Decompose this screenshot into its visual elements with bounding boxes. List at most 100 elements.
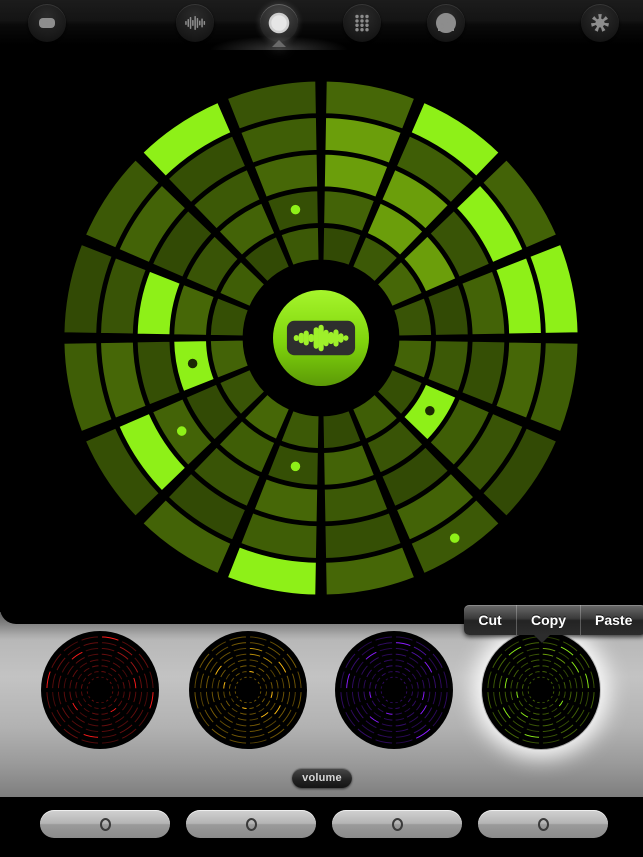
wheel-cell[interactable] xyxy=(72,679,80,691)
wheel-cell[interactable] xyxy=(109,683,116,691)
wheel-cell[interactable] xyxy=(561,689,569,701)
wheel-cell[interactable] xyxy=(84,689,91,697)
circle-icon xyxy=(537,817,549,831)
toolbar-button-mixer[interactable] xyxy=(427,4,465,42)
wheel-cell[interactable] xyxy=(540,699,548,706)
wheel-cell[interactable] xyxy=(99,662,111,670)
wheel-cell[interactable] xyxy=(425,282,470,338)
wheel-cell[interactable] xyxy=(247,704,257,712)
wheel-cell[interactable] xyxy=(530,662,542,670)
wheel-cell[interactable] xyxy=(239,668,249,676)
wheel-cell[interactable] xyxy=(387,674,395,681)
track-button-3[interactable] xyxy=(332,810,462,838)
preset-thumbnails xyxy=(0,630,643,760)
wheel-cell[interactable] xyxy=(540,710,552,718)
main-stage xyxy=(0,46,643,624)
toolbar-button-record[interactable] xyxy=(260,4,298,42)
track-button-2[interactable] xyxy=(186,810,316,838)
wheel-cell[interactable] xyxy=(425,338,470,394)
context-menu-arrow xyxy=(533,634,551,643)
wheel-cell[interactable] xyxy=(99,699,107,706)
wheel-cell[interactable] xyxy=(99,704,109,712)
wheel-cell[interactable] xyxy=(393,710,405,718)
wheel-cell[interactable] xyxy=(247,662,259,670)
wheel-cell[interactable] xyxy=(383,710,395,718)
wheel-cell[interactable] xyxy=(393,699,401,706)
context-menu-item-cut[interactable]: Cut xyxy=(464,605,516,635)
wheel-cell[interactable] xyxy=(366,689,374,701)
wheel-cell[interactable] xyxy=(525,689,532,697)
wheel-cell[interactable] xyxy=(378,689,385,697)
wheel-cell[interactable] xyxy=(247,710,259,718)
wheel-cell[interactable] xyxy=(72,689,80,701)
wheel-cell-dot xyxy=(176,426,187,436)
wheel-cell[interactable] xyxy=(408,681,416,691)
wheel-cell[interactable] xyxy=(91,668,101,676)
context-menu-item-copy[interactable]: Copy xyxy=(516,605,580,635)
preset-thumbnail-3[interactable] xyxy=(334,630,454,750)
wheel-cell[interactable] xyxy=(114,681,122,691)
wheel-cell[interactable] xyxy=(257,683,264,691)
wheel-cell[interactable] xyxy=(120,689,128,701)
wheel-cell[interactable] xyxy=(268,689,276,701)
wheel-cell[interactable] xyxy=(321,442,377,487)
toolbar-button-grid[interactable] xyxy=(343,4,381,42)
wheel-cell[interactable] xyxy=(120,679,128,691)
settings-icon xyxy=(588,11,612,35)
wheel-cell[interactable] xyxy=(220,679,228,691)
wheel-cell[interactable] xyxy=(534,674,542,681)
context-menu[interactable]: Cut Copy Paste xyxy=(464,605,643,635)
wheel-cell[interactable] xyxy=(530,710,542,718)
wheel-cell[interactable] xyxy=(532,668,542,676)
wheel-cell[interactable] xyxy=(513,679,521,691)
wheel-cell[interactable] xyxy=(414,689,422,701)
wheel-cell[interactable] xyxy=(414,679,422,691)
wheel-cell[interactable] xyxy=(540,662,552,670)
wheel-cell[interactable] xyxy=(237,662,249,670)
wheel-cell[interactable] xyxy=(99,710,111,718)
volume-button[interactable]: volume xyxy=(292,768,352,788)
selected-tab-indicator xyxy=(272,40,286,47)
wheel-cell[interactable] xyxy=(513,689,521,701)
wheel-cell[interactable] xyxy=(393,662,405,670)
toolbar-button-presets[interactable] xyxy=(28,4,66,42)
track-button-1[interactable] xyxy=(40,810,170,838)
toolbar-button-waveform[interactable] xyxy=(176,4,214,42)
wheel-cell[interactable] xyxy=(550,683,557,691)
wheel-cell[interactable] xyxy=(561,679,569,691)
wheel-cell[interactable] xyxy=(93,674,101,681)
toolbar-button-settings[interactable] xyxy=(581,4,619,42)
wheel-cell[interactable] xyxy=(268,679,276,691)
preset-thumbnail-1[interactable] xyxy=(40,630,160,750)
wheel-cell[interactable] xyxy=(321,189,377,234)
wheel-cell[interactable] xyxy=(220,689,228,701)
wheel-cell[interactable] xyxy=(555,681,563,691)
wheel-cell[interactable] xyxy=(172,282,217,338)
presets-icon xyxy=(35,11,59,35)
preset-thumbnail-4[interactable] xyxy=(481,630,601,750)
top-toolbar xyxy=(0,0,643,50)
wheel-cell[interactable] xyxy=(237,710,249,718)
wheel-cell[interactable] xyxy=(247,699,255,706)
wheel-cell[interactable] xyxy=(372,689,380,699)
wheel-cell[interactable] xyxy=(262,681,270,691)
wheel-cell[interactable] xyxy=(403,683,410,691)
circle-icon xyxy=(391,817,403,831)
preset-thumbnail-2[interactable] xyxy=(188,630,308,750)
wheel-cell[interactable] xyxy=(241,674,249,681)
wheel-cell[interactable] xyxy=(366,679,374,691)
wheel-cell[interactable] xyxy=(383,662,395,670)
wheel-cell[interactable] xyxy=(78,689,86,699)
wheel-cell[interactable] xyxy=(89,662,101,670)
wheel-cell[interactable] xyxy=(540,704,550,712)
context-menu-item-paste[interactable]: Paste xyxy=(580,605,643,635)
wheel-cell[interactable] xyxy=(385,668,395,676)
wheel-cell[interactable] xyxy=(89,710,101,718)
radial-wheel[interactable] xyxy=(0,46,643,624)
wheel-cell[interactable] xyxy=(232,689,239,697)
wheel-cell[interactable] xyxy=(226,689,234,699)
wheel-cell[interactable] xyxy=(519,689,527,699)
wheel-cell[interactable] xyxy=(393,704,403,712)
wheel-cell-dot xyxy=(449,533,460,543)
track-button-4[interactable] xyxy=(478,810,608,838)
